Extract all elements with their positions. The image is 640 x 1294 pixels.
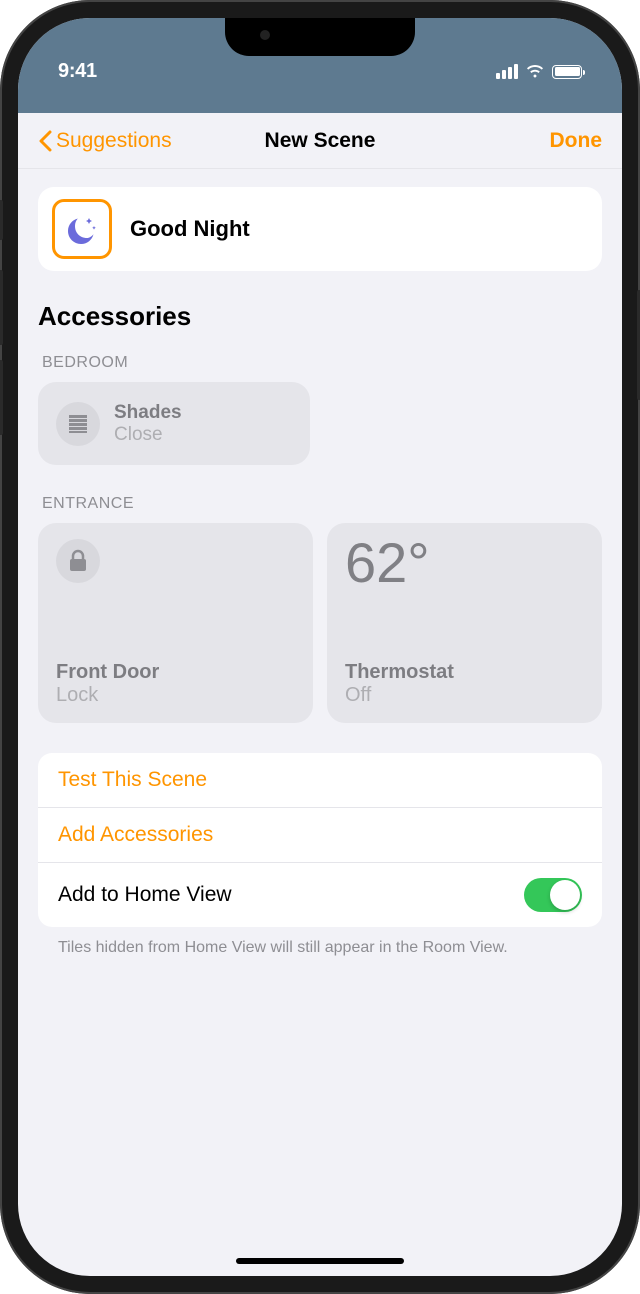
volume-up-button (0, 270, 3, 345)
toggle-knob (550, 880, 580, 910)
status-icons (496, 64, 582, 79)
shades-icon (56, 402, 100, 446)
chevron-left-icon (38, 130, 52, 152)
navigation-bar: Suggestions New Scene Done (18, 113, 622, 169)
back-button[interactable]: Suggestions (38, 129, 172, 153)
page-title: New Scene (265, 129, 376, 153)
accessory-front-door[interactable]: Front Door Lock (38, 523, 313, 723)
room-label-entrance: ENTRANCE (42, 495, 602, 513)
test-scene-button[interactable]: Test This Scene (38, 753, 602, 808)
accessory-status: Lock (56, 684, 159, 707)
phone-frame: 9:41 Suggestions (0, 0, 640, 1294)
accessory-status: Close (114, 424, 182, 446)
home-indicator[interactable] (236, 1258, 404, 1264)
accessory-name: Front Door (56, 661, 159, 684)
done-button[interactable]: Done (550, 129, 603, 153)
scene-name-label: Good Night (130, 216, 250, 242)
test-scene-label: Test This Scene (58, 768, 207, 792)
wifi-icon (525, 64, 545, 79)
add-home-view-toggle[interactable] (524, 878, 582, 912)
accessory-status: Off (345, 684, 454, 707)
side-button (0, 200, 3, 240)
room-label-bedroom: BEDROOM (42, 354, 602, 372)
accessory-shades[interactable]: Shades Close (38, 382, 310, 465)
phone-screen: 9:41 Suggestions (18, 18, 622, 1276)
footer-note: Tiles hidden from Home View will still a… (58, 937, 582, 959)
bedroom-accessories: Shades Close (38, 382, 602, 465)
thermostat-temperature: 62° (345, 535, 430, 591)
scene-name-card[interactable]: Good Night (38, 187, 602, 271)
notch (225, 18, 415, 56)
scene-icon-picker[interactable] (52, 199, 112, 259)
accessory-name: Shades (114, 402, 182, 424)
accessories-header: Accessories (38, 301, 602, 332)
back-label: Suggestions (56, 129, 172, 153)
add-accessories-button[interactable]: Add Accessories (38, 808, 602, 863)
actions-card: Test This Scene Add Accessories Add to H… (38, 753, 602, 927)
entrance-accessories: Front Door Lock 62° Thermostat Off (38, 523, 602, 723)
add-accessories-label: Add Accessories (58, 823, 213, 847)
battery-icon (552, 65, 582, 79)
accessory-thermostat[interactable]: 62° Thermostat Off (327, 523, 602, 723)
lock-icon (56, 539, 100, 583)
cellular-icon (496, 64, 518, 79)
add-home-view-label: Add to Home View (58, 883, 232, 907)
content-area: Good Night Accessories BEDROOM (18, 169, 622, 959)
status-time: 9:41 (58, 60, 97, 83)
moon-icon (65, 212, 99, 246)
volume-down-button (0, 360, 3, 435)
add-home-view-row: Add to Home View (38, 863, 602, 927)
accessory-name: Thermostat (345, 661, 454, 684)
